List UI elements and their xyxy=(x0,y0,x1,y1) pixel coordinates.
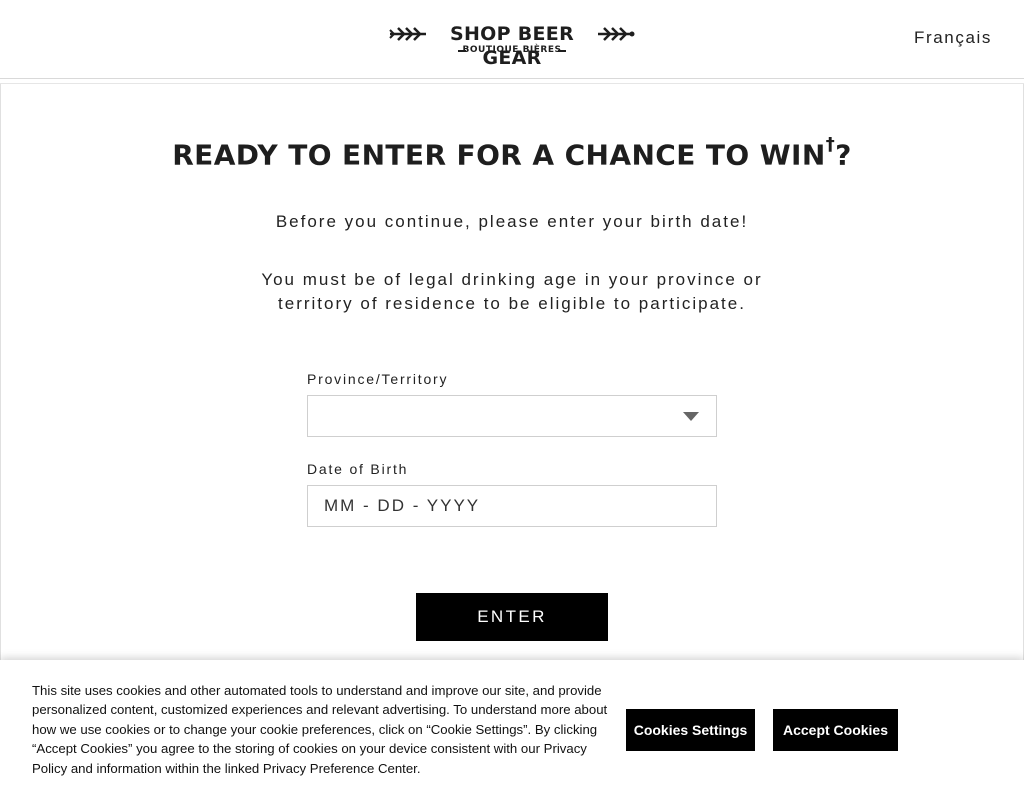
headline-dagger: † xyxy=(825,134,836,155)
headline-text: READY TO ENTER FOR A CHANCE TO WIN xyxy=(172,138,826,172)
logo-divider-right xyxy=(558,50,566,52)
shop-beer-gear-logo[interactable]: SHOP BEER GEAR BOUTIQUE BIÈRES xyxy=(388,22,636,69)
arrow-wings-icon xyxy=(389,27,426,41)
province-select[interactable] xyxy=(307,395,717,437)
language-toggle-link[interactable]: Français xyxy=(914,28,992,48)
accept-cookies-button[interactable]: Accept Cookies xyxy=(773,709,898,751)
dob-input[interactable] xyxy=(307,485,717,527)
chevron-down-icon xyxy=(683,412,699,421)
dob-label: Date of Birth xyxy=(307,461,409,477)
cookie-settings-button[interactable]: Cookies Settings xyxy=(626,709,755,751)
eligibility-text: You must be of legal drinking age in you… xyxy=(261,270,763,313)
cookie-banner: This site uses cookies and other automat… xyxy=(0,660,1024,802)
enter-button[interactable]: ENTER xyxy=(416,593,608,641)
cookie-notice-text: This site uses cookies and other automat… xyxy=(32,683,608,776)
province-label: Province/Territory xyxy=(307,371,449,387)
site-header: SHOP BEER GEAR BOUTIQUE BIÈRES Français xyxy=(0,0,1024,80)
wheat-wings-icon xyxy=(598,27,635,41)
headline-question-mark: ? xyxy=(835,138,852,172)
intro-text: Before you continue, please enter your b… xyxy=(275,212,749,231)
logo-subtitle: BOUTIQUE BIÈRES xyxy=(462,45,562,55)
page-title: READY TO ENTER FOR A CHANCE TO WIN†? xyxy=(0,134,1024,172)
